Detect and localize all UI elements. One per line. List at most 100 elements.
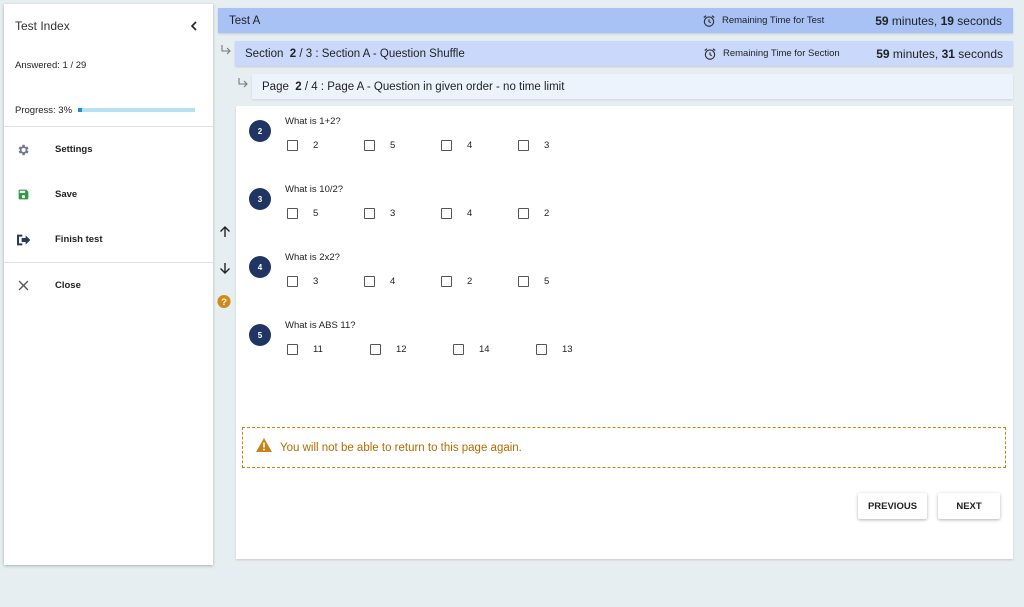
warning-icon <box>256 438 272 457</box>
checkbox[interactable] <box>441 140 452 151</box>
progress-bar-fill <box>78 108 82 112</box>
checkbox[interactable] <box>441 276 452 287</box>
answer-option[interactable]: 13 <box>536 344 576 355</box>
answer-option[interactable]: 5 <box>364 140 441 151</box>
sidebar-header: Test Index <box>4 4 213 48</box>
sidebar-item-settings[interactable]: Settings <box>4 127 213 172</box>
answer-option[interactable]: 2 <box>287 140 364 151</box>
alarm-clock-icon <box>702 14 716 28</box>
answer-option[interactable]: 3 <box>364 208 441 219</box>
checkbox[interactable] <box>287 344 298 355</box>
close-icon <box>15 278 31 294</box>
question-number: 5 <box>249 324 271 346</box>
option-label: 12 <box>396 344 407 355</box>
checkbox[interactable] <box>287 140 298 151</box>
option-label: 4 <box>467 208 473 219</box>
checkbox[interactable] <box>518 208 529 219</box>
progress-label: Progress: 3% <box>15 104 73 116</box>
previous-button[interactable]: PREVIOUS <box>858 493 927 519</box>
question-number: 3 <box>249 188 271 210</box>
answer-option[interactable]: 3 <box>518 140 558 151</box>
option-label: 4 <box>390 276 396 287</box>
warning-box: You will not be able to return to this p… <box>242 427 1006 468</box>
sidebar-item-label: Finish test <box>55 234 103 245</box>
checkbox[interactable] <box>364 140 375 151</box>
option-label: 5 <box>313 208 319 219</box>
warning-text: You will not be able to return to this p… <box>280 441 522 454</box>
help-icon[interactable]: ? <box>217 294 231 308</box>
sidebar-item-label: Close <box>55 280 81 291</box>
answer-option[interactable]: 5 <box>287 208 364 219</box>
test-timer-value: 59 minutes, 19 seconds <box>875 13 1002 28</box>
section-timer-label: Remaining Time for Section <box>723 48 840 59</box>
option-label: 3 <box>544 140 550 151</box>
answer-option[interactable]: 11 <box>287 344 370 355</box>
section-header: Section 2 / 3 : Section A - Question Shu… <box>235 41 1013 66</box>
checkbox[interactable] <box>441 208 452 219</box>
checkbox[interactable] <box>518 140 529 151</box>
question-options: 11 12 14 13 <box>287 344 576 355</box>
svg-text:?: ? <box>221 297 227 308</box>
option-label: 11 <box>313 344 323 355</box>
question-options: 3 4 2 5 <box>287 276 558 287</box>
progress-bar <box>78 108 196 112</box>
option-label: 2 <box>467 276 473 287</box>
question-text: What is 1+2? <box>285 116 341 127</box>
alarm-clock-icon <box>703 47 717 61</box>
test-title: Test A <box>229 14 261 27</box>
option-label: 3 <box>313 276 319 287</box>
answer-option[interactable]: 5 <box>518 276 558 287</box>
checkbox[interactable] <box>287 276 298 287</box>
sidebar-item-close[interactable]: Close <box>4 263 213 308</box>
arrow-up-icon[interactable] <box>218 225 232 239</box>
question-number: 2 <box>249 120 271 142</box>
sidebar-item-finish-test[interactable]: Finish test <box>4 217 213 262</box>
sub-arrow-icon <box>220 43 232 55</box>
question-options: 5 3 4 2 <box>287 208 558 219</box>
save-icon <box>15 187 31 203</box>
checkbox[interactable] <box>287 208 298 219</box>
sidebar-item-label: Save <box>55 189 78 200</box>
test-header: Test A Remaining Time for Test 59 minute… <box>218 8 1013 33</box>
page-title: Page 2 / 4 : Page A - Question in given … <box>262 80 565 93</box>
sidebar-item-save[interactable]: Save <box>4 172 213 217</box>
question-number: 4 <box>249 256 271 278</box>
checkbox[interactable] <box>370 344 381 355</box>
option-label: 13 <box>562 344 573 355</box>
question-options: 2 5 4 3 <box>287 140 558 151</box>
question-card: 2 What is 1+2? 2543 3 What is 10/2? 5342… <box>236 106 1013 559</box>
test-timer-label: Remaining Time for Test <box>722 15 825 26</box>
checkbox[interactable] <box>453 344 464 355</box>
option-label: 5 <box>544 276 550 287</box>
option-label: 3 <box>390 208 396 219</box>
checkbox[interactable] <box>536 344 547 355</box>
question-text: What is ABS 11? <box>285 320 356 331</box>
arrow-down-icon[interactable] <box>218 261 232 275</box>
option-label: 2 <box>313 140 319 151</box>
page-header: Page 2 / 4 : Page A - Question in given … <box>252 74 1013 99</box>
answer-option[interactable]: 2 <box>441 276 518 287</box>
sidebar-item-label: Settings <box>55 144 93 155</box>
question-text: What is 2x2? <box>285 252 340 263</box>
option-label: 2 <box>544 208 550 219</box>
checkbox[interactable] <box>364 208 375 219</box>
sidebar: Test Index Answered: 1 / 29 Progress: 3%… <box>4 4 213 565</box>
sidebar-title: Test Index <box>15 19 70 33</box>
next-button[interactable]: NEXT <box>938 493 1000 519</box>
option-label: 5 <box>390 140 396 151</box>
answer-option[interactable]: 12 <box>370 344 453 355</box>
sub-arrow-icon <box>237 76 249 88</box>
answer-option[interactable]: 4 <box>441 140 518 151</box>
answer-option[interactable]: 14 <box>453 344 536 355</box>
checkbox[interactable] <box>518 276 529 287</box>
answer-option[interactable]: 3 <box>287 276 364 287</box>
option-label: 4 <box>467 140 473 151</box>
answer-option[interactable]: 2 <box>518 208 558 219</box>
answer-option[interactable]: 4 <box>364 276 441 287</box>
chevron-left-icon[interactable] <box>186 18 202 34</box>
section-title: Section 2 / 3 : Section A - Question Shu… <box>245 47 465 60</box>
section-timer-value: 59 minutes, 31 seconds <box>876 46 1003 61</box>
answer-option[interactable]: 4 <box>441 208 518 219</box>
exit-icon <box>15 232 31 248</box>
checkbox[interactable] <box>364 276 375 287</box>
